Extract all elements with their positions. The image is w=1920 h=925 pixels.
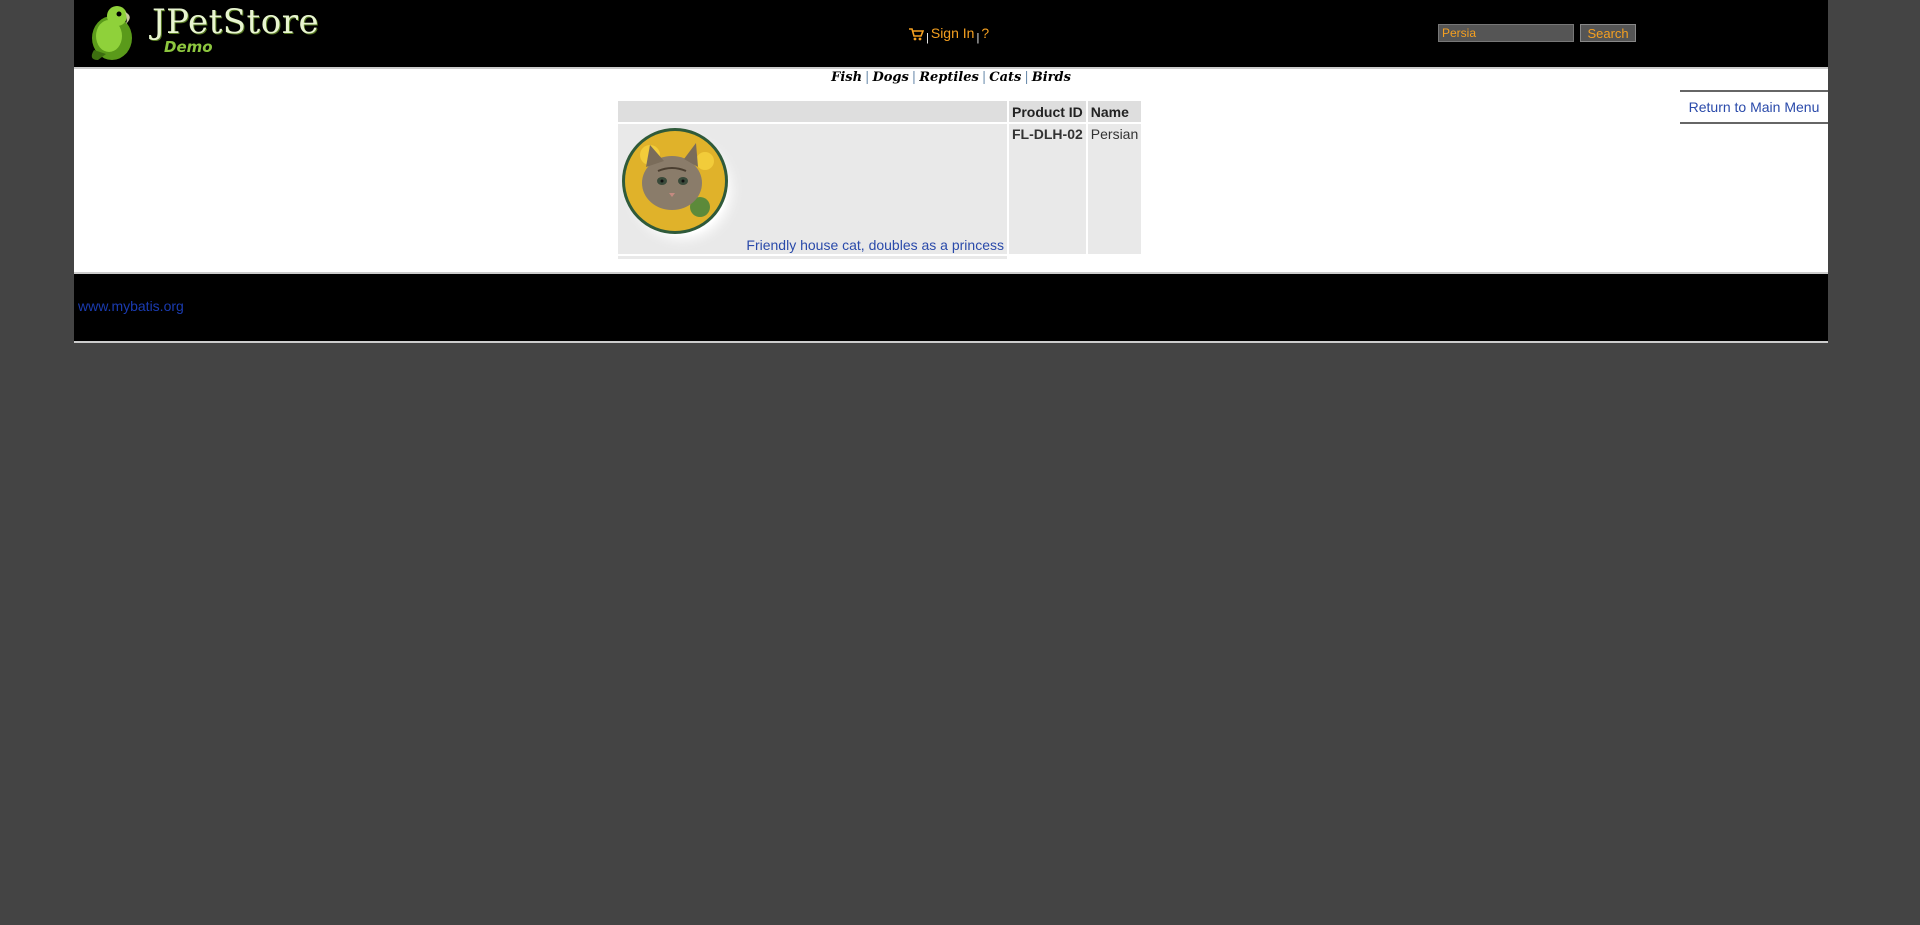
- table-row: Friendly house cat, doubles as a princes…: [618, 124, 1142, 254]
- quicklink-cats[interactable]: Cats: [989, 70, 1021, 85]
- table-header-name: Name: [1087, 101, 1142, 122]
- content: Fish | Dogs | Reptiles | Cats | Birds Return to …: [74, 69, 1828, 272]
- header: JPetStore Demo |Sign In|? Search: [74, 0, 1828, 69]
- page: JPetStore Demo |Sign In|? Search Fish|Do…: [74, 0, 1828, 343]
- jpetstore-logo[interactable]: JPetStore Demo: [84, 2, 319, 60]
- return-to-main-menu-link[interactable]: Return to Main Menu: [1680, 90, 1828, 124]
- help-link[interactable]: ?: [981, 25, 989, 41]
- quicklink-birds[interactable]: Birds: [1032, 70, 1071, 85]
- footer: www.mybatis.org: [74, 272, 1828, 343]
- cat-image[interactable]: [620, 125, 746, 256]
- quicklink-separator: |: [1024, 70, 1029, 85]
- quick-links: Fish | Dogs | Reptiles | Cats | Birds: [74, 70, 1828, 85]
- logo-subtitle: Demo: [164, 38, 213, 56]
- table-header-product-id: Product ID: [1009, 101, 1086, 122]
- product-description-cell: Friendly house cat, doubles as a princes…: [618, 124, 1007, 254]
- mybatis-link[interactable]: www.mybatis.org: [78, 298, 184, 314]
- cart-icon[interactable]: [908, 27, 925, 44]
- menu-separator: |: [926, 32, 929, 44]
- quicklink-reptiles[interactable]: Reptiles: [919, 70, 979, 85]
- sign-in-link[interactable]: Sign In: [931, 25, 975, 41]
- search-input[interactable]: [1438, 24, 1574, 42]
- product-id-cell[interactable]: FL-DLH-02: [1009, 124, 1086, 254]
- menu-separator: |: [976, 32, 980, 44]
- menu-content: | Sign In |?: [908, 25, 989, 44]
- table-spacer-cell: [618, 256, 1007, 259]
- parrot-icon: [91, 6, 132, 60]
- product-table: Product ID Name Friendly house cat, doub…: [616, 99, 1143, 261]
- table-spacer-row: [618, 256, 1141, 259]
- logo-title: JPetStore: [152, 2, 320, 42]
- quicklink-dogs[interactable]: Dogs: [872, 70, 908, 85]
- search-form: Search: [1438, 24, 1636, 42]
- search-button[interactable]: Search: [1580, 24, 1636, 42]
- table-header-row: Product ID Name: [618, 101, 1142, 122]
- product-name-cell: Persian: [1087, 124, 1142, 254]
- quicklink-fish[interactable]: Fish: [831, 70, 862, 85]
- table-header-description: [618, 101, 1007, 122]
- product-description-link[interactable]: Friendly house cat, doubles as a princes…: [746, 237, 1004, 253]
- quicklink-separator: |: [981, 70, 987, 85]
- quicklink-separator: |: [865, 70, 870, 85]
- quicklink-separator: |: [911, 70, 917, 85]
